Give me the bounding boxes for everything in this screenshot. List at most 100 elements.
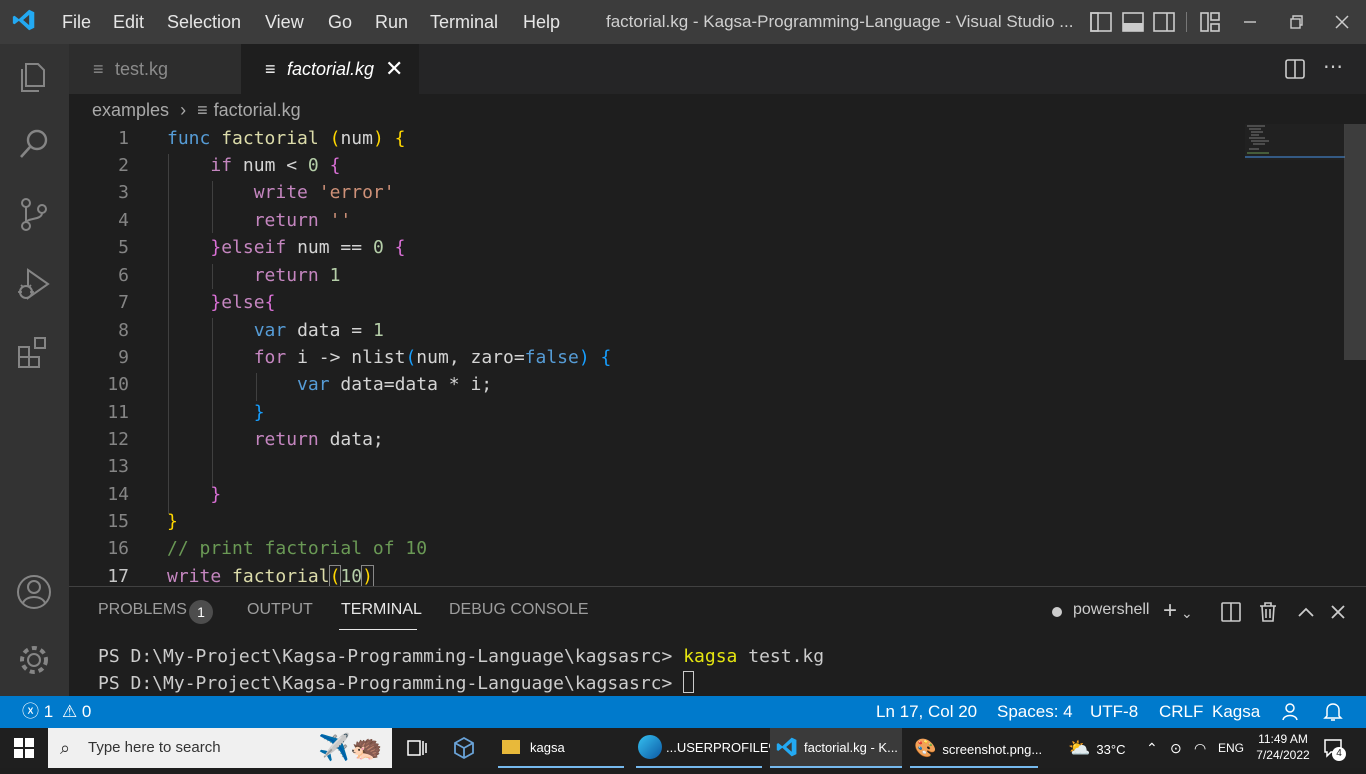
restore-icon[interactable] — [1284, 10, 1308, 34]
search-placeholder: Type here to search — [88, 739, 221, 756]
code-line-current: write factorial(10) — [167, 565, 374, 586]
tab-debug-console[interactable]: DEBUG CONSOLE — [449, 601, 589, 619]
breadcrumb-file[interactable]: factorial.kg — [214, 100, 301, 120]
line-number: 11 — [107, 402, 129, 423]
close-panel-icon[interactable] — [1327, 601, 1349, 623]
line-number: 5 — [118, 237, 129, 258]
toggle-secondary-sidebar-icon[interactable] — [1152, 10, 1176, 34]
line-number: 3 — [118, 182, 129, 203]
menu-terminal[interactable]: Terminal — [430, 0, 498, 44]
show-hidden-icons-icon[interactable]: ⌃ — [1146, 728, 1158, 768]
close-icon[interactable] — [1330, 10, 1354, 34]
feedback-icon[interactable] — [1280, 696, 1302, 728]
task-view-icon[interactable] — [406, 738, 428, 758]
line-ending[interactable]: CRLF — [1159, 696, 1203, 728]
menu-view[interactable]: View — [265, 0, 304, 44]
menu-selection[interactable]: Selection — [167, 0, 241, 44]
extensions-icon[interactable] — [14, 332, 54, 372]
more-actions-icon[interactable]: ⋯ — [1321, 57, 1345, 81]
chevron-down-icon[interactable]: ⌄ — [1181, 605, 1193, 621]
terminal-shell-name[interactable]: powershell — [1073, 601, 1149, 619]
line-number: 10 — [107, 374, 129, 395]
accounts-icon[interactable] — [14, 572, 54, 612]
maximize-panel-icon[interactable] — [1295, 601, 1317, 623]
tab-close-icon[interactable]: ✕ — [385, 44, 403, 94]
code-line: write 'error' — [253, 182, 395, 203]
editor-scrollbar[interactable] — [1344, 124, 1366, 360]
warning-icon: ⚠ — [61, 702, 78, 721]
tab-problems[interactable]: PROBLEMS — [98, 601, 187, 619]
menu-file[interactable]: File — [62, 0, 91, 44]
taskbar-app-paint[interactable]: 🎨 screenshot.png... — [910, 728, 1042, 768]
explorer-icon[interactable] — [14, 56, 54, 96]
manage-gear-icon[interactable] — [14, 640, 54, 680]
minimap[interactable] — [1245, 124, 1345, 164]
taskbar-app-edge[interactable]: ...USERPROFILE% — [636, 728, 780, 768]
tab-label: test.kg — [115, 59, 169, 79]
terminal-status-dot-icon — [1052, 607, 1062, 617]
code-line: return data; — [253, 429, 384, 450]
vscode-logo-icon[interactable] — [12, 8, 40, 36]
tab-test-kg[interactable]: ≡ test.kg — [69, 44, 241, 94]
clock-date: 7/24/2022 — [1256, 748, 1310, 762]
code-editor[interactable]: 1 2 3 4 5 6 7 8 9 10 11 12 13 14 15 16 1… — [69, 124, 1366, 586]
search-icon[interactable] — [14, 124, 54, 164]
split-editor-icon[interactable] — [1283, 57, 1307, 81]
language-mode[interactable]: Kagsa — [1212, 696, 1260, 728]
search-highlight-illustration-icon: ✈️🦔 — [318, 732, 383, 762]
toggle-panel-icon[interactable] — [1121, 10, 1145, 34]
title-divider — [1186, 12, 1187, 32]
problems-status[interactable]: ⓧ 1 ⚠ 0 — [22, 696, 91, 728]
title-bar: File Edit Selection View Go Run Terminal… — [0, 0, 1366, 44]
code-line: // print factorial of 10 — [167, 538, 428, 559]
breadcrumb-folder[interactable]: examples — [92, 100, 169, 120]
tab-label: factorial.kg — [287, 59, 375, 79]
minimize-icon[interactable] — [1238, 10, 1262, 34]
menu-help[interactable]: Help — [523, 0, 560, 44]
encoding[interactable]: UTF-8 — [1090, 696, 1138, 728]
trash-icon[interactable] — [1257, 601, 1279, 623]
line-number: 2 — [118, 155, 129, 176]
notifications-bell-icon[interactable] — [1322, 696, 1344, 728]
file-lines-icon: ≡ — [197, 100, 208, 120]
network-icon[interactable]: ⊙ — [1170, 728, 1182, 768]
menu-edit[interactable]: Edit — [113, 0, 144, 44]
split-terminal-icon[interactable] — [1220, 601, 1242, 623]
run-debug-icon[interactable] — [14, 264, 54, 304]
line-number: 15 — [107, 511, 129, 532]
weather-widget[interactable]: ⛅ 33°C — [1068, 728, 1125, 768]
line-number: 13 — [107, 456, 129, 477]
terminal-cursor — [683, 671, 695, 693]
line-number: 6 — [118, 265, 129, 286]
line-number: 16 — [107, 538, 129, 559]
clock[interactable]: 11:49 AM 7/24/2022 — [1254, 731, 1312, 765]
tab-terminal[interactable]: TERMINAL — [341, 601, 422, 619]
cursor-position[interactable]: Ln 17, Col 20 — [876, 696, 977, 728]
virtualbox-icon[interactable] — [452, 736, 476, 760]
menu-run[interactable]: Run — [375, 0, 408, 44]
code-line: var data=data * i; — [297, 374, 493, 395]
indentation[interactable]: Spaces: 4 — [997, 696, 1073, 728]
code-line: return '' — [253, 210, 352, 231]
terminal-line-current[interactable]: PS D:\My-Project\Kagsa-Programming-Langu… — [98, 671, 695, 694]
notification-center-icon[interactable]: 4 — [1322, 737, 1346, 761]
line-number: 4 — [118, 210, 129, 231]
problems-count-badge: 1 — [189, 600, 213, 624]
menu-go[interactable]: Go — [328, 0, 352, 44]
taskbar-app-vscode[interactable]: factorial.kg - K... — [770, 728, 902, 768]
tab-factorial-kg[interactable]: ≡ factorial.kg ✕ — [241, 44, 419, 94]
input-language[interactable]: ENG — [1218, 728, 1244, 768]
windows-start-icon[interactable] — [14, 738, 34, 758]
taskbar-search-box[interactable]: ⌕ Type here to search ✈️🦔 — [48, 728, 392, 768]
file-lines-icon: ≡ — [93, 59, 104, 79]
customize-layout-icon[interactable] — [1198, 10, 1222, 34]
edge-icon — [638, 735, 662, 759]
tab-output[interactable]: OUTPUT — [247, 601, 313, 619]
toggle-sidebar-icon[interactable] — [1089, 10, 1113, 34]
taskbar-app-folder[interactable]: kagsa — [498, 728, 624, 768]
new-terminal-icon[interactable]: + ⌄ — [1163, 597, 1203, 625]
code-line: } — [210, 484, 222, 505]
wifi-icon[interactable]: ◠ — [1194, 728, 1206, 768]
source-control-icon[interactable] — [14, 194, 54, 234]
code-line: func factorial (num) { — [167, 128, 406, 149]
